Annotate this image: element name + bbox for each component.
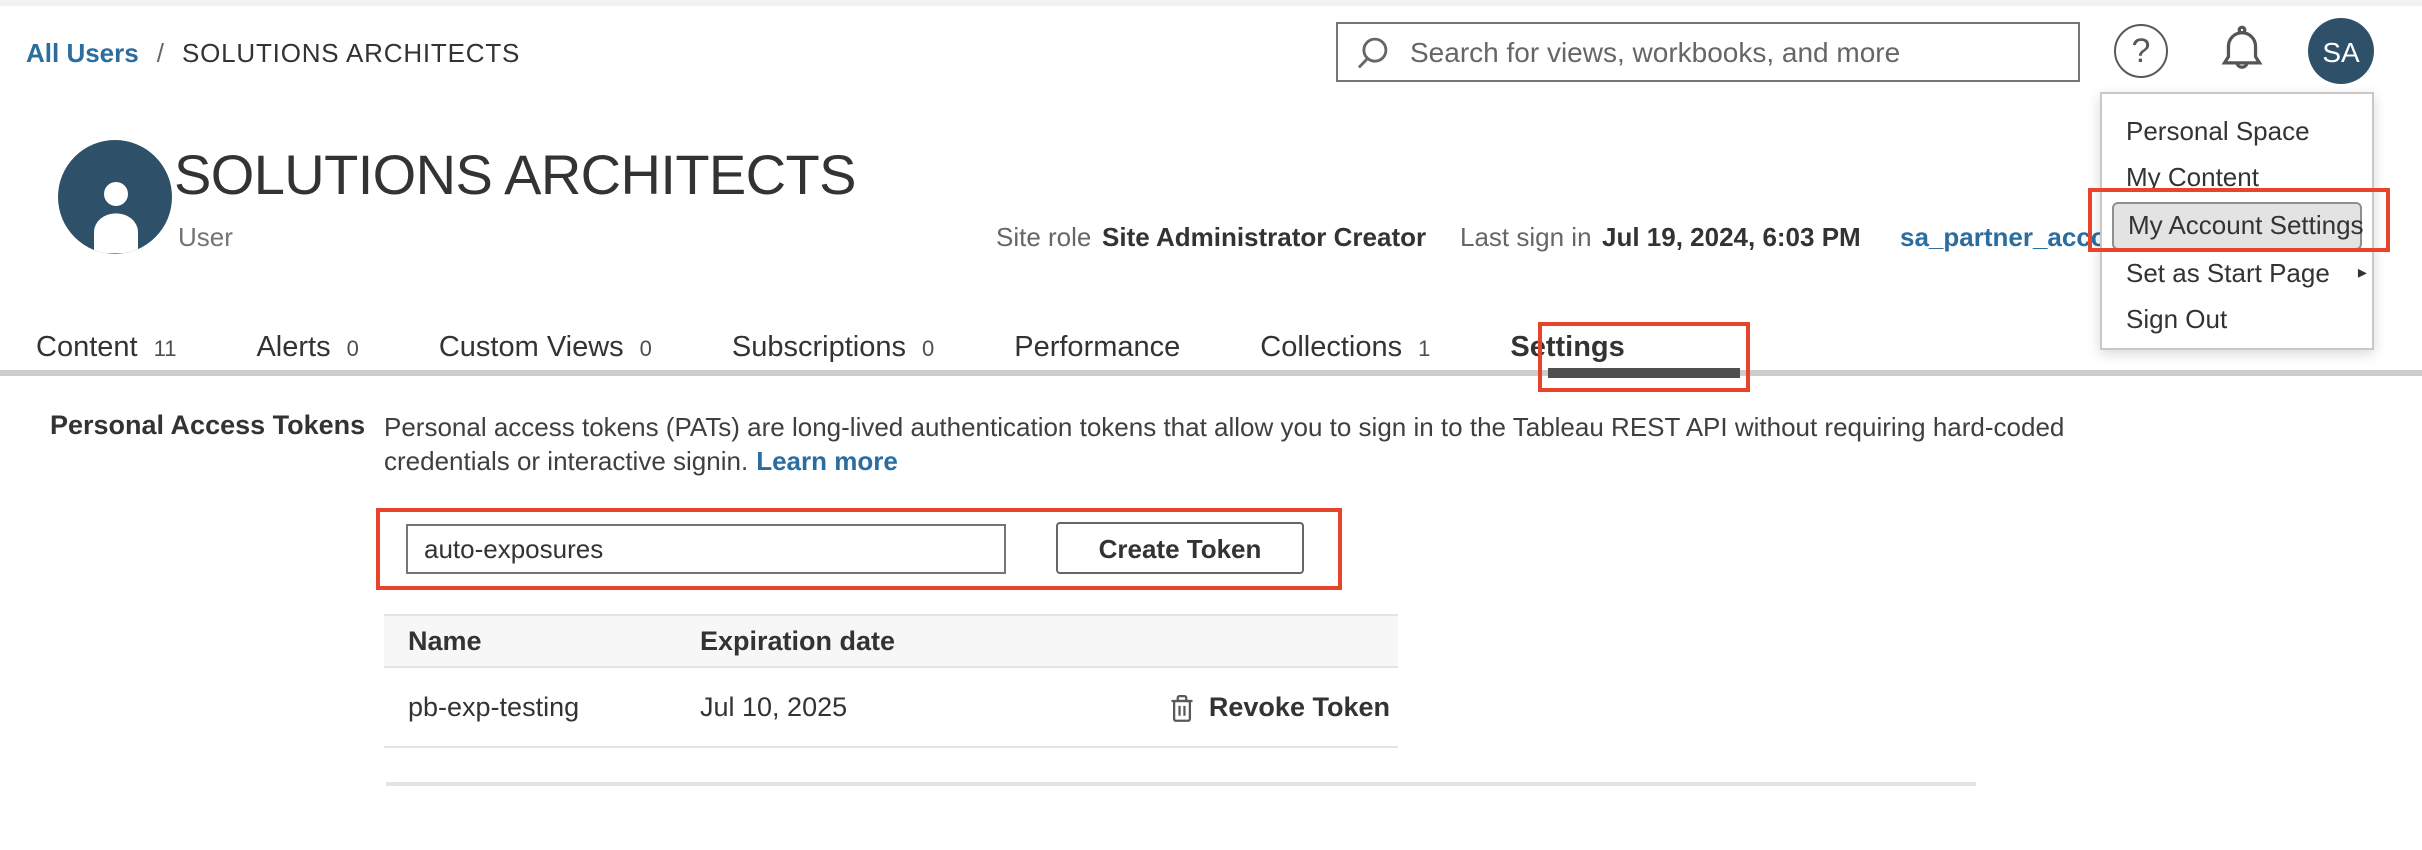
- breadcrumb: All Users / SOLUTIONS ARCHITECTS: [26, 38, 520, 68]
- token-table: Name Expiration date pb-exp-testing Jul …: [384, 614, 1398, 748]
- account-name-link[interactable]: sa_partner_accou: [1900, 222, 2123, 252]
- pat-description-line1: Personal access tokens (PATs) are long-l…: [384, 410, 2064, 444]
- page-title: SOLUTIONS ARCHITECTS: [174, 144, 856, 208]
- tab-settings[interactable]: Settings: [1510, 332, 1624, 364]
- help-glyph: ?: [2132, 31, 2151, 71]
- tab-collections-count: 1: [1418, 338, 1430, 362]
- token-expiration-cell: Jul 10, 2025: [700, 692, 1060, 722]
- selected-tab-underline: [1548, 368, 1740, 377]
- breadcrumb-all-users-link[interactable]: All Users: [26, 38, 139, 68]
- menu-item-personal-space[interactable]: Personal Space: [2102, 108, 2372, 154]
- avatar-initials: SA: [2322, 35, 2359, 67]
- tab-subscriptions-count: 0: [922, 338, 934, 362]
- learn-more-link[interactable]: Learn more: [756, 446, 898, 476]
- tab-alerts-count: 0: [347, 338, 359, 362]
- last-sign-in-value: Jul 19, 2024, 6:03 PM: [1602, 222, 1861, 252]
- menu-item-my-account-settings[interactable]: My Account Settings: [2102, 200, 2372, 250]
- menu-item-sign-out[interactable]: Sign Out: [2102, 296, 2372, 342]
- user-avatar-button[interactable]: SA: [2308, 18, 2374, 84]
- menu-item-my-content[interactable]: My Content: [2102, 154, 2372, 200]
- token-name-cell: pb-exp-testing: [384, 692, 700, 722]
- search-input[interactable]: [1410, 36, 2062, 68]
- menu-item-set-as-start-page[interactable]: Set as Start Page ▸: [2102, 250, 2372, 296]
- user-type-label: User: [178, 222, 233, 252]
- profile-avatar-icon: [58, 140, 172, 254]
- pat-description: Personal access tokens (PATs) are long-l…: [384, 410, 2064, 478]
- menu-item-highlight: My Account Settings: [2112, 201, 2362, 249]
- pat-description-line2: credentials or interactive signin.: [384, 446, 748, 476]
- last-sign-in-label: Last sign in: [1460, 222, 1592, 252]
- pat-section-label: Personal Access Tokens: [50, 410, 365, 440]
- tab-performance[interactable]: Performance: [1014, 332, 1180, 364]
- revoke-token-button[interactable]: Revoke Token: [1209, 692, 1390, 722]
- header-expiration: Expiration date: [700, 626, 1060, 656]
- tab-content[interactable]: Content11: [36, 332, 176, 364]
- site-role-label: Site role: [996, 222, 1091, 252]
- tab-subscriptions[interactable]: Subscriptions0: [732, 332, 934, 364]
- submenu-arrow-icon: ▸: [2358, 262, 2367, 284]
- breadcrumb-separator: /: [157, 38, 164, 68]
- tab-content-count: 11: [154, 338, 177, 362]
- tab-custom-views-count: 0: [640, 338, 652, 362]
- search-icon: [1354, 33, 1392, 71]
- section-divider: [386, 782, 1976, 786]
- tab-alerts[interactable]: Alerts0: [256, 332, 358, 364]
- table-row: pb-exp-testing Jul 10, 2025 Revoke Token: [384, 668, 1398, 748]
- header-name: Name: [384, 626, 700, 656]
- help-icon[interactable]: ?: [2114, 24, 2168, 78]
- page: All Users / SOLUTIONS ARCHITECTS ? SA SO…: [0, 0, 2422, 850]
- user-account-menu: Personal Space My Content My Account Set…: [2100, 92, 2374, 350]
- notifications-bell-icon[interactable]: [2214, 22, 2270, 80]
- tab-bar: Content11 Alerts0 Custom Views0 Subscrip…: [36, 332, 1625, 364]
- token-table-header: Name Expiration date: [384, 614, 1398, 668]
- tab-custom-views[interactable]: Custom Views0: [439, 332, 652, 364]
- site-role-value: Site Administrator Creator: [1102, 222, 1426, 252]
- create-token-button[interactable]: Create Token: [1056, 522, 1304, 574]
- top-edge-strip: [0, 0, 2422, 6]
- trash-icon: [1169, 691, 1197, 723]
- tab-collections[interactable]: Collections1: [1260, 332, 1430, 364]
- breadcrumb-current: SOLUTIONS ARCHITECTS: [182, 38, 520, 68]
- search-box[interactable]: [1336, 22, 2080, 82]
- tab-bar-baseline: [0, 370, 2422, 376]
- token-name-input[interactable]: [406, 524, 1006, 574]
